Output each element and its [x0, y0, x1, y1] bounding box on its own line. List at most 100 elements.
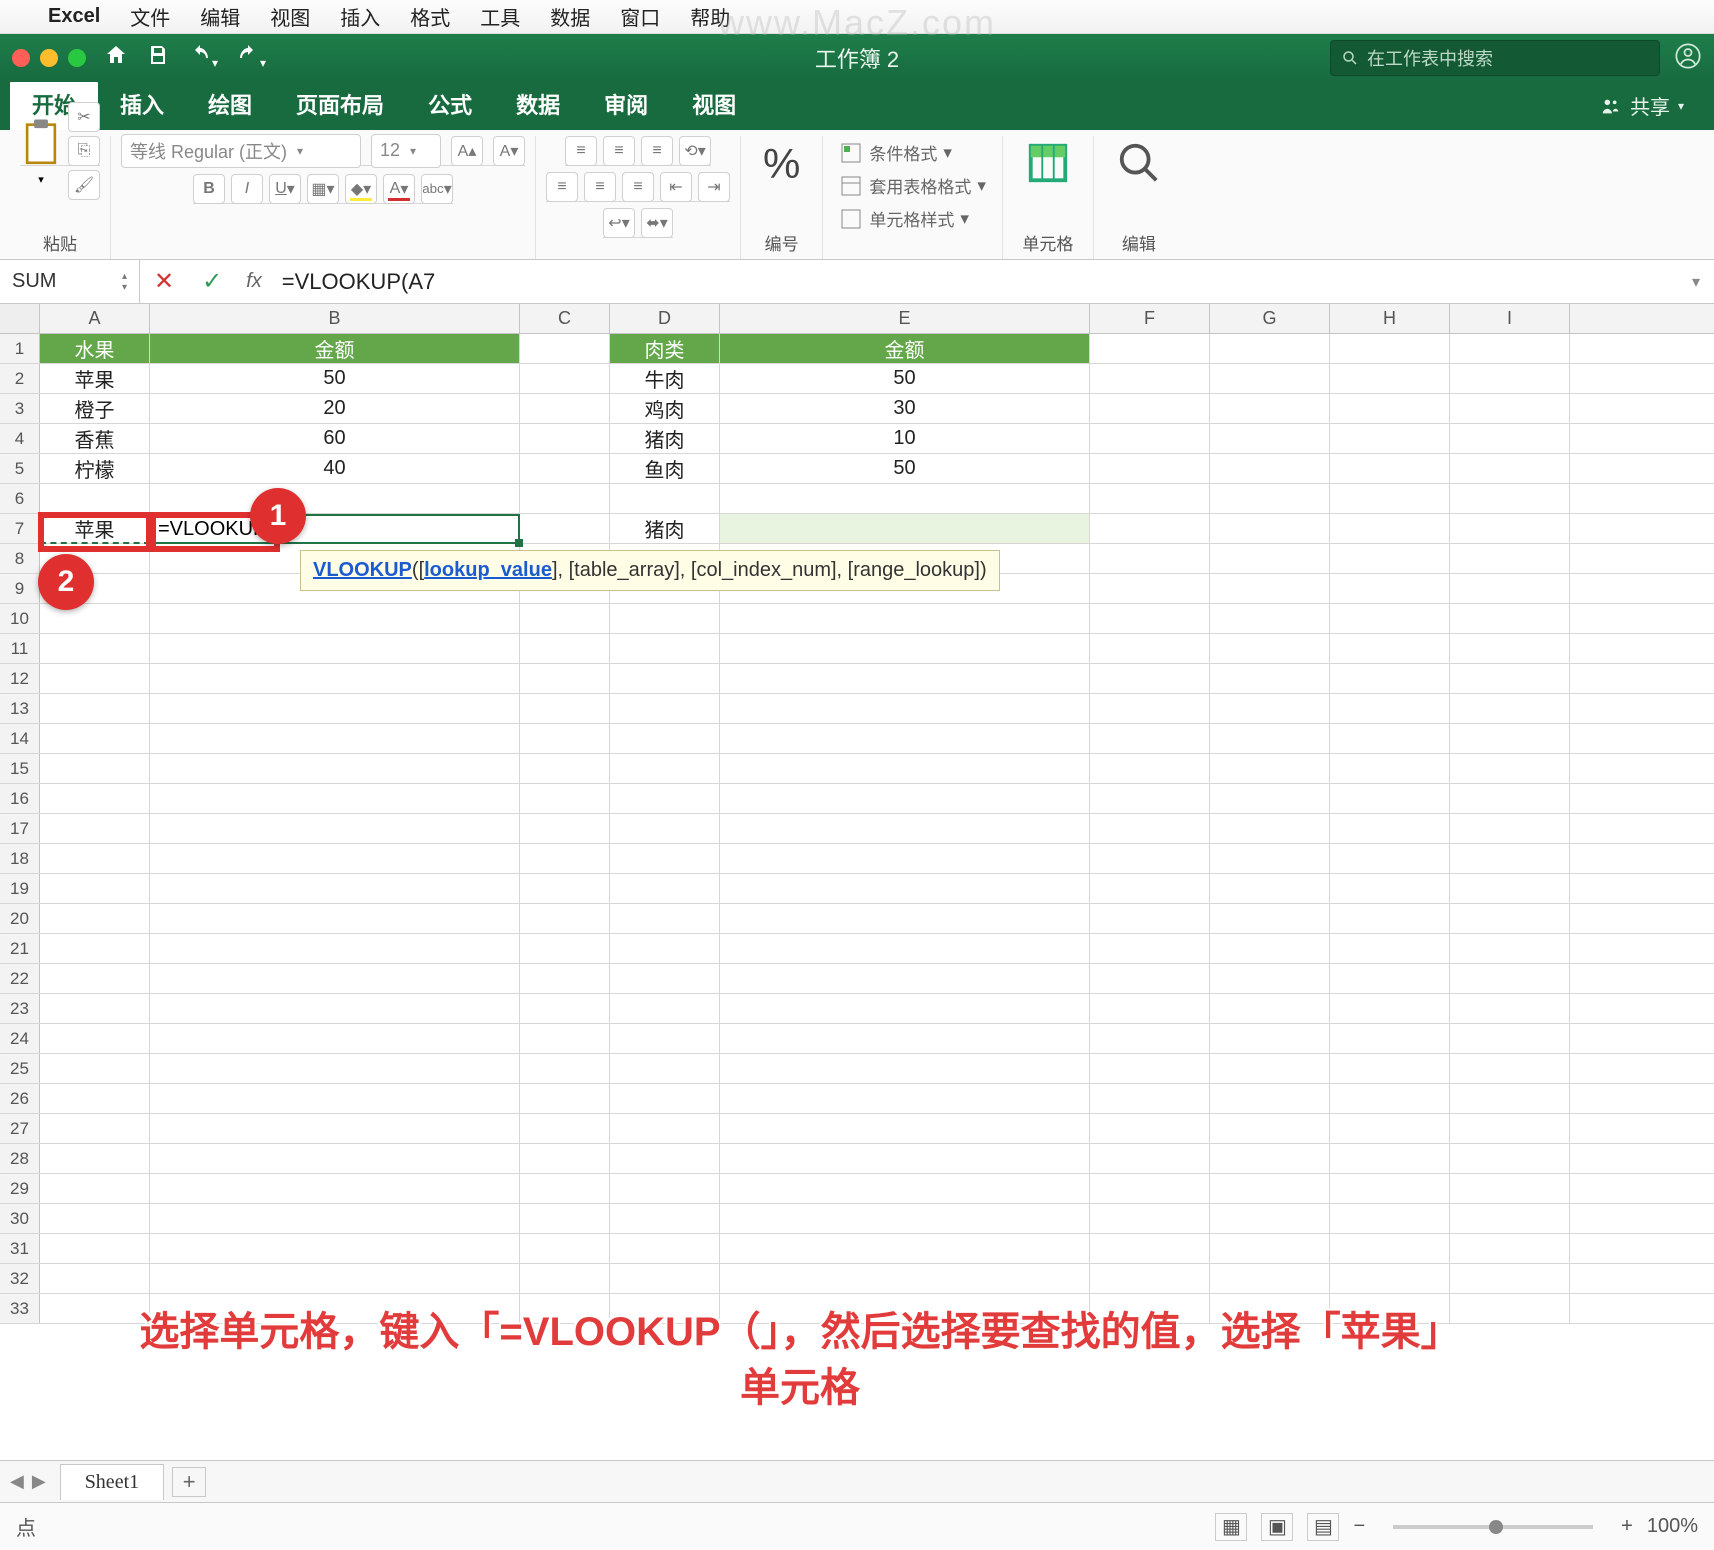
cell[interactable]: [720, 1204, 1090, 1233]
cell[interactable]: [1450, 814, 1570, 843]
cell[interactable]: [150, 1084, 520, 1113]
cell[interactable]: [1210, 1114, 1330, 1143]
zoom-slider[interactable]: [1393, 1525, 1593, 1529]
cell[interactable]: [40, 1054, 150, 1083]
cell[interactable]: [40, 904, 150, 933]
menu-insert[interactable]: 插入: [340, 2, 380, 31]
cell[interactable]: [1330, 694, 1450, 723]
cell[interactable]: [150, 1264, 520, 1293]
cell[interactable]: [720, 754, 1090, 783]
merge-icon[interactable]: ⬌▾: [641, 208, 673, 238]
cell[interactable]: [610, 724, 720, 753]
cell[interactable]: [1330, 334, 1450, 363]
cell[interactable]: [1210, 1204, 1330, 1233]
cell[interactable]: 50: [150, 364, 520, 393]
cell[interactable]: [610, 964, 720, 993]
col-header-c[interactable]: C: [520, 304, 610, 333]
cell[interactable]: [1090, 844, 1210, 873]
cell[interactable]: 苹果: [40, 364, 150, 393]
cell[interactable]: [1450, 724, 1570, 753]
col-header-i[interactable]: I: [1450, 304, 1570, 333]
cell[interactable]: [1450, 1144, 1570, 1173]
cell[interactable]: [1090, 484, 1210, 513]
cell[interactable]: [520, 514, 610, 543]
cell[interactable]: [1210, 1024, 1330, 1053]
cell[interactable]: [520, 904, 610, 933]
border-button[interactable]: ▦▾: [307, 174, 339, 204]
cell[interactable]: [610, 844, 720, 873]
redo-icon[interactable]: ▾: [236, 43, 266, 73]
cell[interactable]: [1090, 1084, 1210, 1113]
row-header[interactable]: 32: [0, 1264, 40, 1293]
cell[interactable]: [40, 664, 150, 693]
cell[interactable]: [1210, 1264, 1330, 1293]
cell[interactable]: [1210, 934, 1330, 963]
cell[interactable]: [1450, 994, 1570, 1023]
fx-icon[interactable]: fx: [236, 270, 272, 293]
cell[interactable]: [1450, 1234, 1570, 1263]
menu-edit[interactable]: 编辑: [200, 2, 240, 31]
cell[interactable]: [720, 1234, 1090, 1263]
cell[interactable]: [1210, 514, 1330, 543]
cell[interactable]: [1330, 1084, 1450, 1113]
cell[interactable]: [610, 694, 720, 723]
cell[interactable]: [150, 1054, 520, 1083]
cell[interactable]: [610, 664, 720, 693]
cell[interactable]: [520, 364, 610, 393]
cell[interactable]: [720, 1024, 1090, 1053]
cell[interactable]: 20: [150, 394, 520, 423]
cell[interactable]: [1330, 844, 1450, 873]
cell[interactable]: [720, 844, 1090, 873]
cell[interactable]: [1090, 424, 1210, 453]
user-icon[interactable]: [1674, 42, 1702, 75]
cell[interactable]: [1090, 754, 1210, 783]
cell[interactable]: [520, 604, 610, 633]
row-header[interactable]: 19: [0, 874, 40, 903]
cell[interactable]: [1090, 364, 1210, 393]
cell[interactable]: [1330, 934, 1450, 963]
sheet-next-icon[interactable]: ▶: [32, 1471, 46, 1492]
cell[interactable]: [40, 844, 150, 873]
cell[interactable]: [520, 394, 610, 423]
cell[interactable]: [610, 634, 720, 663]
cell[interactable]: [150, 1204, 520, 1233]
cell[interactable]: [610, 1114, 720, 1143]
cell[interactable]: [1090, 874, 1210, 903]
cell[interactable]: [1330, 874, 1450, 903]
row-header[interactable]: 12: [0, 664, 40, 693]
cell[interactable]: [720, 904, 1090, 933]
row-header[interactable]: 21: [0, 934, 40, 963]
cell[interactable]: [1090, 1054, 1210, 1083]
cell[interactable]: 50: [720, 454, 1090, 483]
cell[interactable]: [150, 904, 520, 933]
indent-dec-icon[interactable]: ⇤: [660, 172, 692, 202]
menu-view[interactable]: 视图: [270, 2, 310, 31]
cell[interactable]: [520, 1144, 610, 1173]
cell[interactable]: [720, 724, 1090, 753]
align-middle-icon[interactable]: ≡: [603, 136, 635, 166]
cell[interactable]: 金额: [720, 334, 1090, 363]
search-box[interactable]: 在工作表中搜索: [1330, 40, 1660, 76]
cell[interactable]: [1330, 454, 1450, 483]
row-header[interactable]: 28: [0, 1144, 40, 1173]
row-header[interactable]: 5: [0, 454, 40, 483]
cell[interactable]: [1330, 1024, 1450, 1053]
cell[interactable]: [720, 784, 1090, 813]
cell[interactable]: [1210, 544, 1330, 573]
cell[interactable]: [1090, 1174, 1210, 1203]
formula-input[interactable]: =VLOOKUP(A7: [272, 269, 1678, 295]
cell[interactable]: [150, 754, 520, 783]
cell[interactable]: [520, 454, 610, 483]
cell[interactable]: [40, 634, 150, 663]
cell[interactable]: [1210, 574, 1330, 603]
close-button[interactable]: [12, 49, 30, 67]
cell[interactable]: [520, 694, 610, 723]
cell[interactable]: [1450, 844, 1570, 873]
cell[interactable]: [150, 604, 520, 633]
cell[interactable]: [1330, 484, 1450, 513]
cell[interactable]: [610, 784, 720, 813]
bold-button[interactable]: B: [193, 174, 225, 204]
cell[interactable]: [1090, 604, 1210, 633]
cell[interactable]: [1450, 544, 1570, 573]
cell[interactable]: [150, 1144, 520, 1173]
